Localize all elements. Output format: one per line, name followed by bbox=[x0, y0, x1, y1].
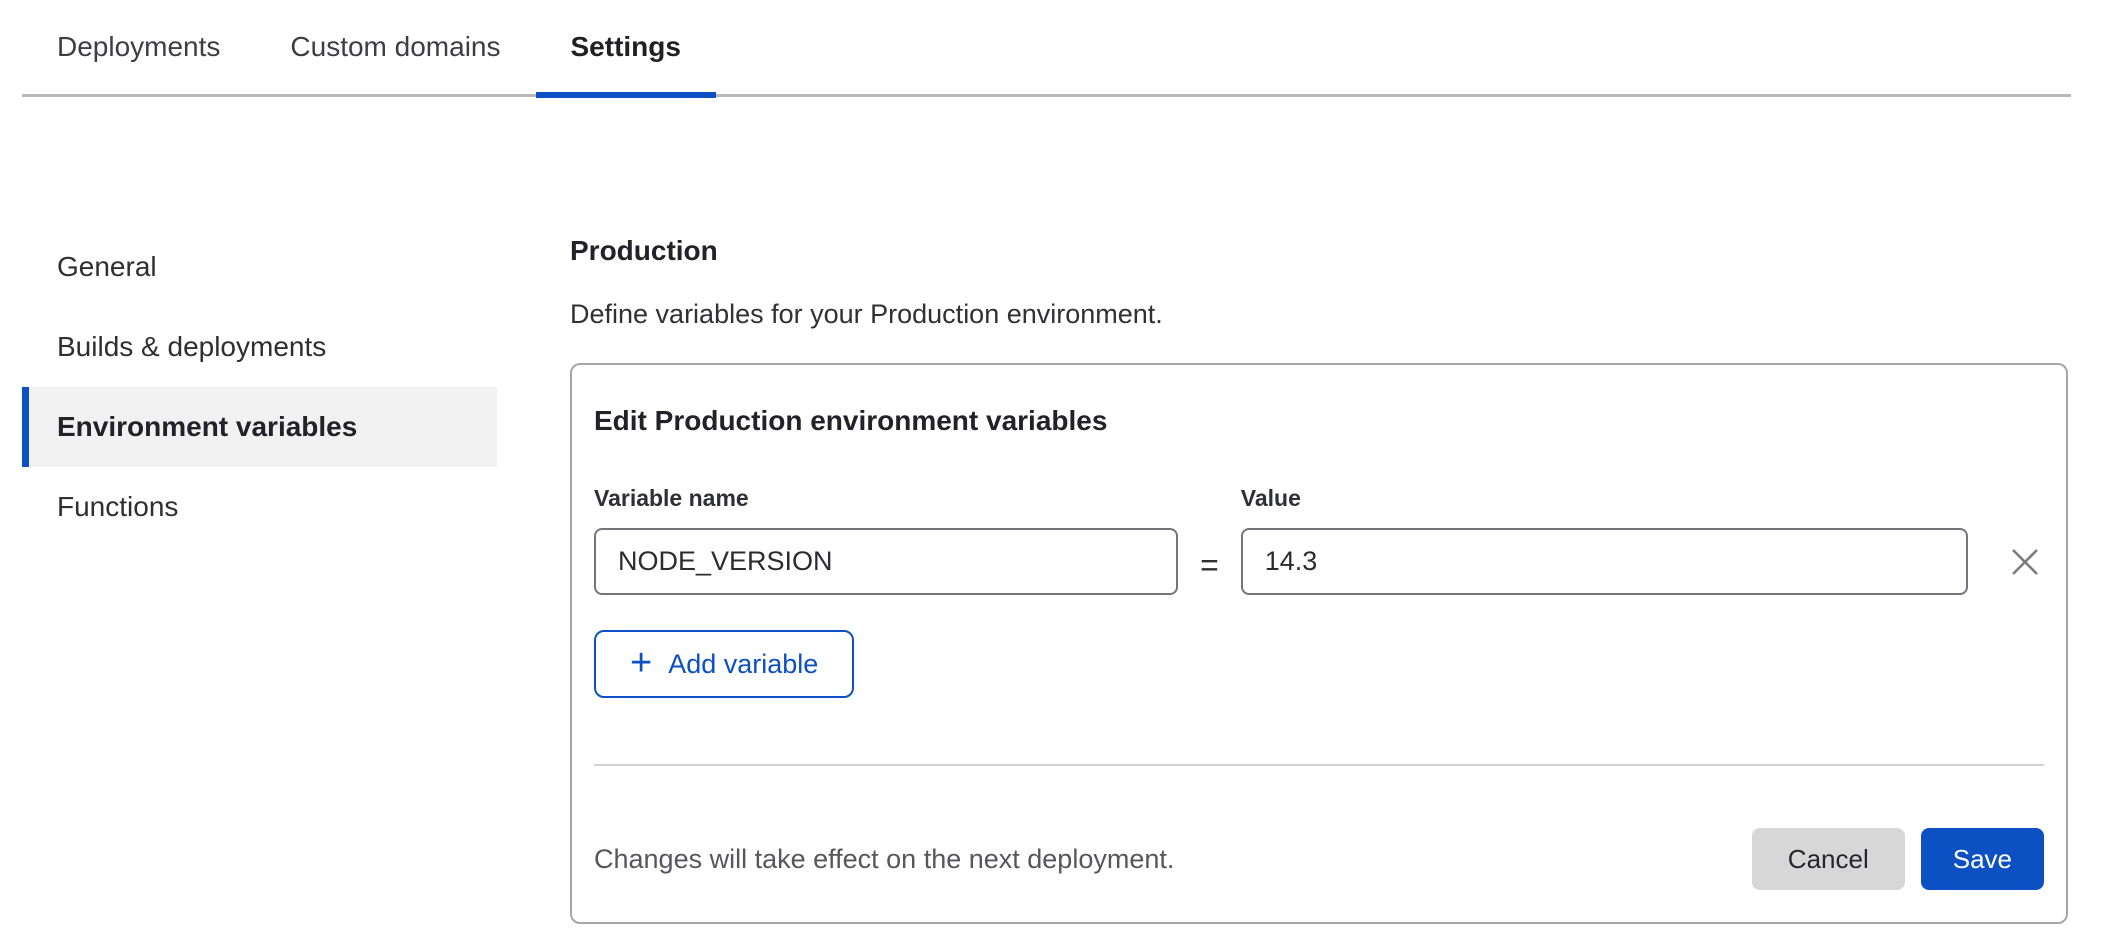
pages-settings-page: Deployments Custom domains Settings Gene… bbox=[0, 0, 2121, 948]
variable-row: Variable name = Value bbox=[594, 485, 2044, 595]
card-divider bbox=[594, 764, 2044, 766]
environment-variables-section: Production Define variables for your Pro… bbox=[570, 227, 2068, 924]
deployment-note: Changes will take effect on the next dep… bbox=[594, 844, 1174, 875]
variable-name-label: Variable name bbox=[594, 485, 1178, 512]
sidebar-item-environment-variables[interactable]: Environment variables bbox=[22, 387, 497, 467]
add-variable-label: Add variable bbox=[668, 649, 818, 680]
remove-variable-button[interactable] bbox=[2006, 543, 2044, 581]
section-description: Define variables for your Production env… bbox=[570, 299, 2068, 330]
card-footer: Changes will take effect on the next dep… bbox=[594, 828, 2044, 890]
equals-sign: = bbox=[1200, 549, 1219, 581]
add-variable-button[interactable]: + Add variable bbox=[594, 630, 854, 698]
sidebar-item-functions[interactable]: Functions bbox=[22, 467, 497, 547]
section-title: Production bbox=[570, 235, 2068, 267]
tab-deployments[interactable]: Deployments bbox=[22, 0, 255, 94]
tab-custom-domains[interactable]: Custom domains bbox=[255, 0, 535, 94]
settings-sidebar: General Builds & deployments Environment… bbox=[22, 227, 497, 924]
variable-name-field-group: Variable name bbox=[594, 485, 1178, 595]
settings-body: General Builds & deployments Environment… bbox=[0, 227, 2121, 924]
variable-value-field-group: Value bbox=[1241, 485, 1969, 595]
variable-value-input[interactable] bbox=[1241, 528, 1969, 595]
sidebar-item-general[interactable]: General bbox=[22, 227, 497, 307]
close-icon bbox=[2008, 545, 2042, 579]
tab-settings[interactable]: Settings bbox=[536, 0, 716, 94]
card-title: Edit Production environment variables bbox=[594, 405, 2044, 437]
sidebar-item-builds-deployments[interactable]: Builds & deployments bbox=[22, 307, 497, 387]
cancel-button[interactable]: Cancel bbox=[1752, 828, 1905, 890]
save-button[interactable]: Save bbox=[1921, 828, 2044, 890]
footer-buttons: Cancel Save bbox=[1752, 828, 2044, 890]
variable-value-label: Value bbox=[1241, 485, 1969, 512]
edit-variables-card: Edit Production environment variables Va… bbox=[570, 363, 2068, 924]
top-tab-bar: Deployments Custom domains Settings bbox=[22, 0, 2071, 97]
variable-name-input[interactable] bbox=[594, 528, 1178, 595]
